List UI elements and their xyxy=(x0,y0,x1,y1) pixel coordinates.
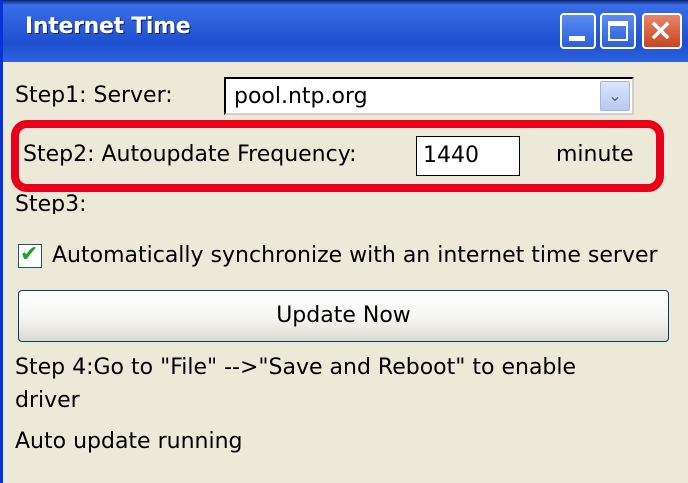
frequency-unit: minute xyxy=(556,142,634,167)
step4-line2: driver xyxy=(15,388,80,413)
close-button[interactable]: × xyxy=(642,13,682,49)
status-text: Auto update running xyxy=(15,429,243,454)
minimize-button[interactable] xyxy=(560,13,596,49)
update-now-button[interactable]: Update Now xyxy=(18,290,669,342)
minimize-icon xyxy=(569,36,585,41)
maximize-icon xyxy=(608,21,628,41)
auto-sync-label[interactable]: Automatically synchronize with an intern… xyxy=(52,243,658,268)
close-icon: × xyxy=(648,13,674,48)
title-bar[interactable]: Internet Time × xyxy=(3,0,688,62)
step4-line1: Step 4:Go to "File" -->"Save and Reboot"… xyxy=(15,355,577,380)
chevron-down-icon[interactable]: ⌄ xyxy=(600,81,630,111)
frequency-input[interactable]: 1440 xyxy=(416,136,520,176)
server-select[interactable]: pool.ntp.org ⌄ xyxy=(224,77,634,115)
auto-sync-checkbox[interactable]: ✔ xyxy=(18,242,42,268)
window-title: Internet Time xyxy=(25,14,191,39)
step2-label: Step2: Autoupdate Frequency: xyxy=(23,142,357,167)
internet-time-window: Internet Time × Step1: Server: pool.ntp.… xyxy=(0,0,688,483)
server-value: pool.ntp.org xyxy=(234,84,368,109)
step3-label: Step3: xyxy=(15,192,87,214)
checkmark-icon: ✔ xyxy=(20,242,39,267)
step1-label: Step1: Server: xyxy=(15,83,173,108)
maximize-button[interactable] xyxy=(600,13,636,49)
